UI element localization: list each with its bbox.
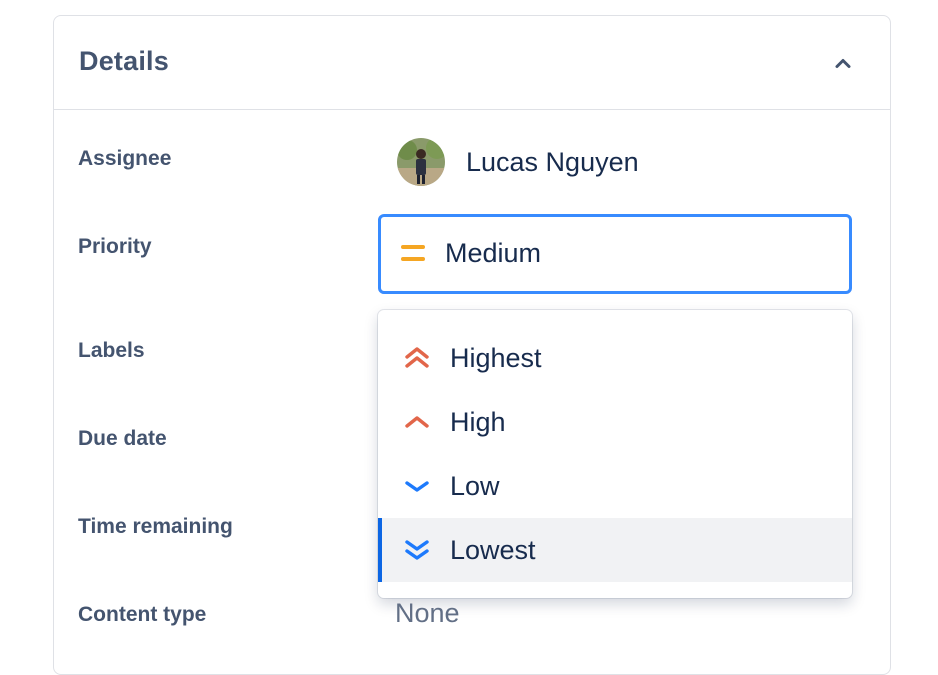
option-label: Low — [450, 471, 500, 501]
option-label: Lowest — [450, 535, 536, 565]
option-low[interactable]: Low — [378, 454, 852, 518]
priority-lowest-icon — [404, 538, 430, 567]
priority-low-icon — [404, 474, 430, 503]
collapse-button[interactable] — [826, 46, 860, 80]
content-type-value[interactable]: None — [395, 598, 460, 629]
option-high[interactable]: High — [378, 390, 852, 454]
option-label: High — [450, 407, 506, 437]
due-date-label: Due date — [78, 427, 167, 450]
priority-highest-icon — [404, 346, 430, 375]
assignee-field[interactable]: Lucas Nguyen — [397, 137, 639, 187]
assignee-name: Lucas Nguyen — [466, 146, 639, 177]
details-header[interactable]: Details — [54, 16, 890, 110]
priority-selected-value: Medium — [445, 238, 542, 268]
priority-label: Priority — [78, 235, 152, 258]
option-label: Highest — [450, 343, 542, 373]
assignee-label: Assignee — [78, 147, 172, 170]
labels-label: Labels — [78, 339, 145, 362]
content-type-label: Content type — [78, 603, 207, 626]
avatar — [397, 138, 445, 186]
details-title: Details — [79, 46, 169, 76]
option-lowest[interactable]: Lowest — [378, 518, 852, 582]
priority-high-icon — [404, 410, 430, 439]
priority-select[interactable]: Medium — [378, 214, 852, 294]
priority-dropdown-menu: Highest High Low Lowest — [378, 310, 852, 598]
time-remaining-label: Time remaining — [78, 515, 233, 538]
option-highest[interactable]: Highest — [378, 326, 852, 390]
chevron-up-icon — [835, 59, 851, 68]
priority-medium-icon — [401, 244, 425, 269]
